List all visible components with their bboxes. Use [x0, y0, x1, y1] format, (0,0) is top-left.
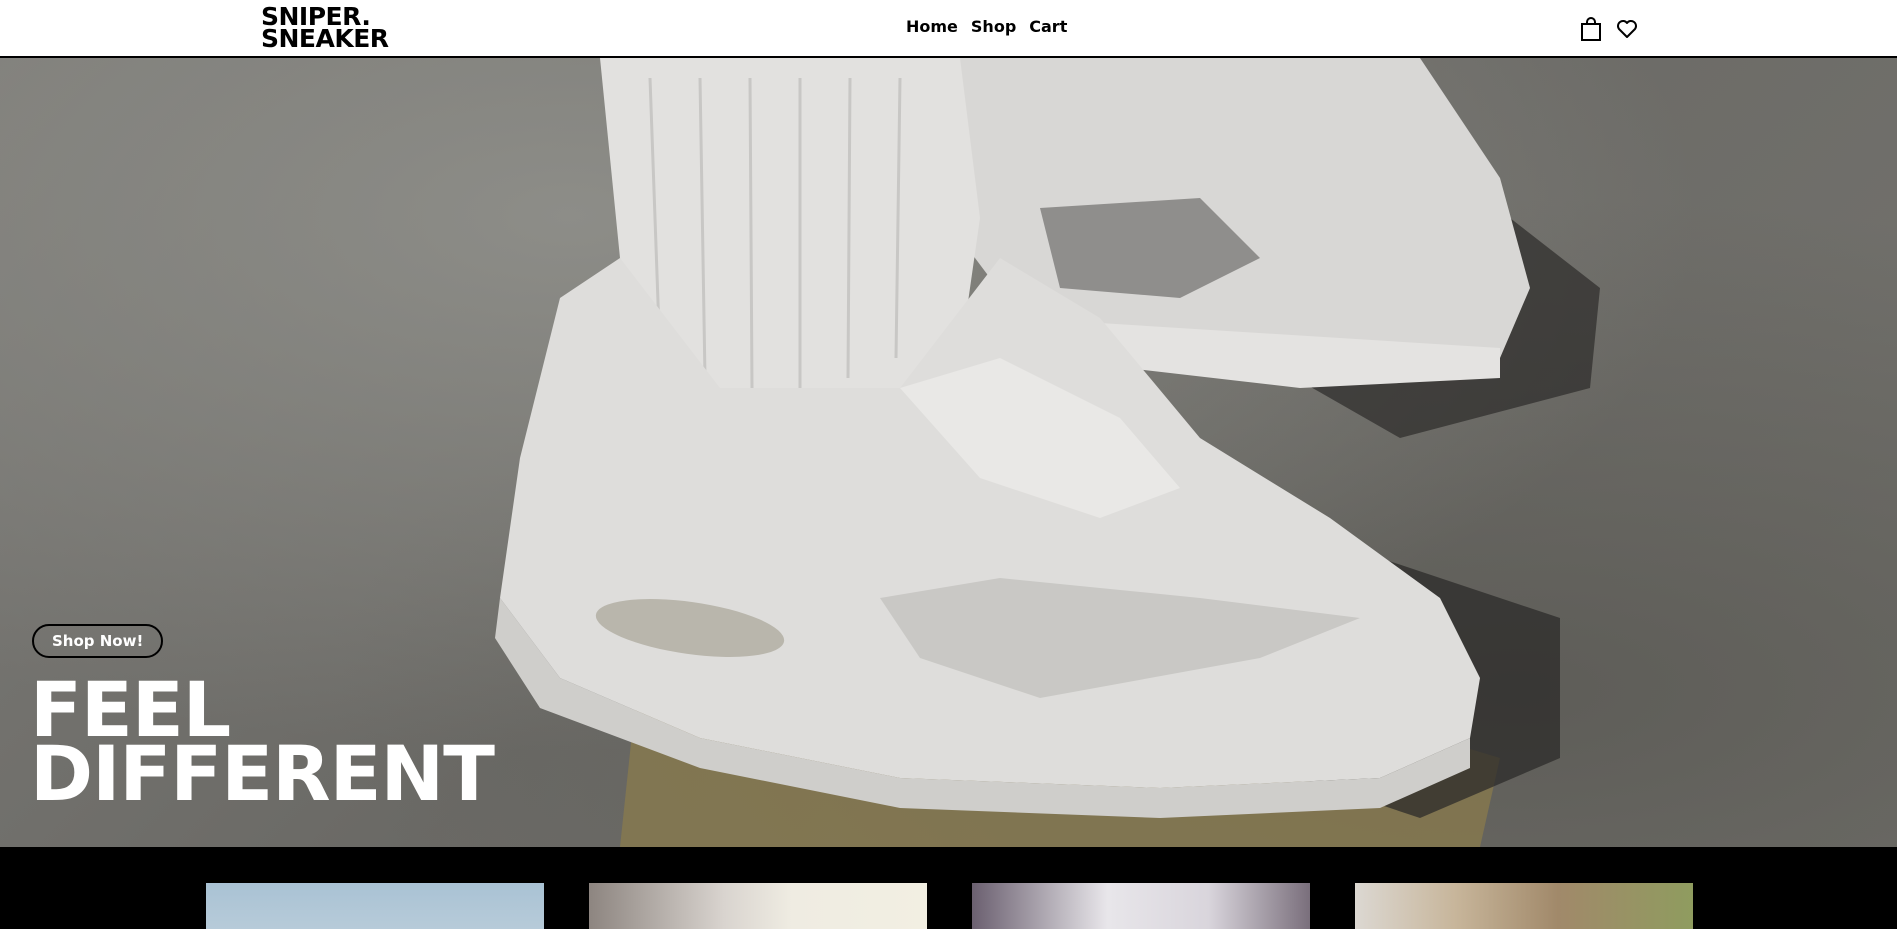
header-icons [1579, 16, 1639, 42]
product-card-4[interactable] [1355, 883, 1693, 929]
heart-icon[interactable] [1615, 16, 1639, 42]
nav-home-link[interactable]: Home [906, 17, 958, 36]
nav-shop-link[interactable]: Shop [971, 17, 1016, 36]
logo-line-2: SNEAKER [261, 24, 389, 53]
main-nav: Home Shop Cart [906, 17, 1067, 36]
nav-cart-link[interactable]: Cart [1029, 17, 1067, 36]
hero-banner: Shop Now! FEEL DIFFERENT [0, 58, 1897, 847]
shop-now-button[interactable]: Shop Now! [32, 624, 164, 658]
product-card-2[interactable] [589, 883, 927, 929]
headline-line-2: DIFFERENT [30, 729, 495, 818]
shopping-bag-icon[interactable] [1579, 16, 1603, 42]
site-header: SNIPER. SNEAKER Home Shop Cart [0, 0, 1897, 58]
product-card-1[interactable] [206, 883, 544, 929]
product-card-3[interactable] [972, 883, 1310, 929]
hero-headline: FEEL DIFFERENT [30, 672, 495, 818]
logo[interactable]: SNIPER. SNEAKER [261, 4, 389, 53]
product-strip [0, 847, 1897, 929]
